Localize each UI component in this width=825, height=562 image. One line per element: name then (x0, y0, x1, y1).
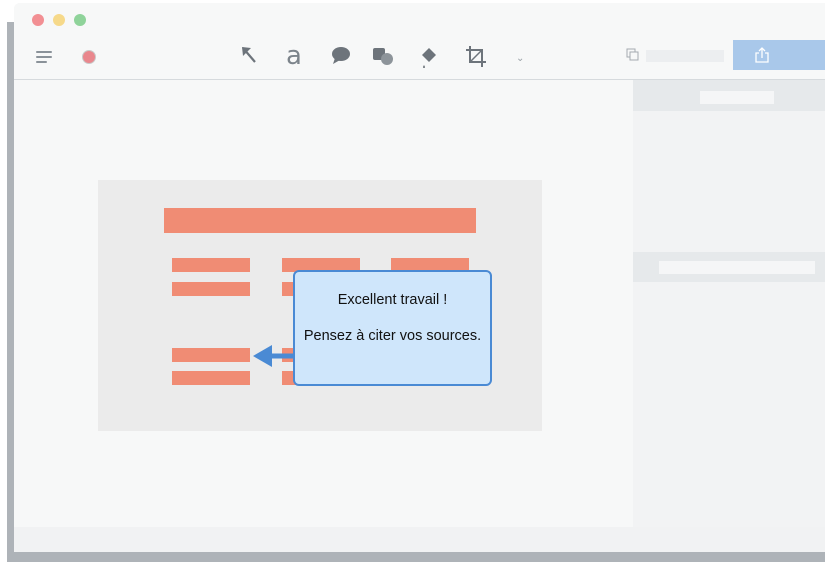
toolbar: a ⌄ (14, 3, 825, 80)
speech-bubble-icon[interactable] (330, 45, 352, 69)
arrow-tool-icon[interactable] (240, 45, 260, 69)
placeholder-bar (172, 258, 250, 272)
placeholder-bar (172, 348, 250, 362)
placeholder-bar (172, 371, 250, 385)
minimize-window-button[interactable] (53, 14, 65, 26)
shapes-tool-icon[interactable] (372, 45, 394, 69)
callout-annotation[interactable]: Excellent travail ! Pensez à citer vos s… (293, 270, 492, 386)
record-icon[interactable] (82, 50, 96, 64)
more-tools-chevron-icon[interactable]: ⌄ (516, 53, 524, 64)
share-link-field[interactable] (646, 50, 724, 62)
crop-tool-icon[interactable] (465, 45, 487, 69)
callout-line-1: Excellent travail ! (337, 292, 448, 308)
share-button[interactable] (733, 40, 825, 70)
annotated-image[interactable]: Excellent travail ! Pensez à citer vos s… (98, 180, 542, 431)
close-window-button[interactable] (32, 14, 44, 26)
text-tool-icon[interactable]: a (286, 43, 302, 69)
editor-canvas[interactable]: Excellent travail ! Pensez à citer vos s… (14, 80, 633, 527)
copy-icon[interactable] (626, 48, 640, 67)
side-panel (633, 80, 825, 527)
placeholder-bar (172, 282, 250, 296)
side-panel-header-field[interactable] (700, 91, 774, 104)
side-panel-section-field[interactable] (659, 261, 815, 274)
share-icon (755, 47, 769, 68)
side-panel-section (633, 252, 825, 282)
zoom-window-button[interactable] (74, 14, 86, 26)
callout-line-2: Pensez à citer vos sources. (303, 328, 482, 344)
placeholder-title-bar (164, 208, 476, 233)
fill-bucket-icon[interactable] (418, 45, 440, 69)
menu-icon[interactable] (36, 51, 52, 63)
app-window: a ⌄ Excellent travail ! Pensez à citer v… (14, 3, 825, 552)
side-panel-header (633, 80, 825, 111)
